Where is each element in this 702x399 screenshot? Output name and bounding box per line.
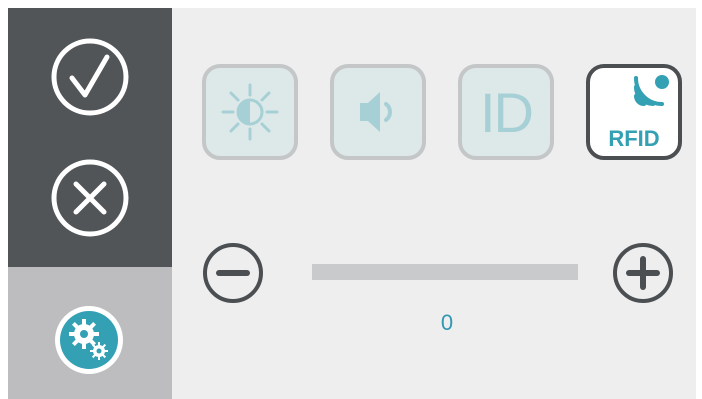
- speaker-icon: [360, 92, 392, 132]
- mode-id-button[interactable]: ID: [458, 64, 554, 160]
- settings-button[interactable]: [53, 304, 125, 376]
- app-window: ID RFID 0: [8, 8, 696, 399]
- cancel-button[interactable]: [49, 157, 131, 239]
- check-circle-icon: [51, 38, 129, 116]
- increase-button[interactable]: [612, 242, 674, 304]
- mode-rfid-button[interactable]: RFID: [586, 64, 682, 160]
- mode-brightness-button[interactable]: [202, 64, 298, 160]
- confirm-button[interactable]: [49, 36, 131, 118]
- decrease-button[interactable]: [202, 242, 264, 304]
- id-icon: ID: [480, 80, 534, 144]
- gears-icon: [55, 306, 123, 374]
- plus-circle-icon: [613, 243, 673, 303]
- sidebar-actions: [8, 8, 172, 267]
- x-circle-icon: [51, 159, 129, 237]
- rfid-label: RFID: [608, 126, 660, 151]
- level-slider[interactable]: [312, 264, 578, 280]
- minus-circle-icon: [203, 243, 263, 303]
- mode-volume-button[interactable]: [330, 64, 426, 160]
- slider-value: 0: [440, 310, 454, 335]
- brightness-icon: [221, 83, 279, 141]
